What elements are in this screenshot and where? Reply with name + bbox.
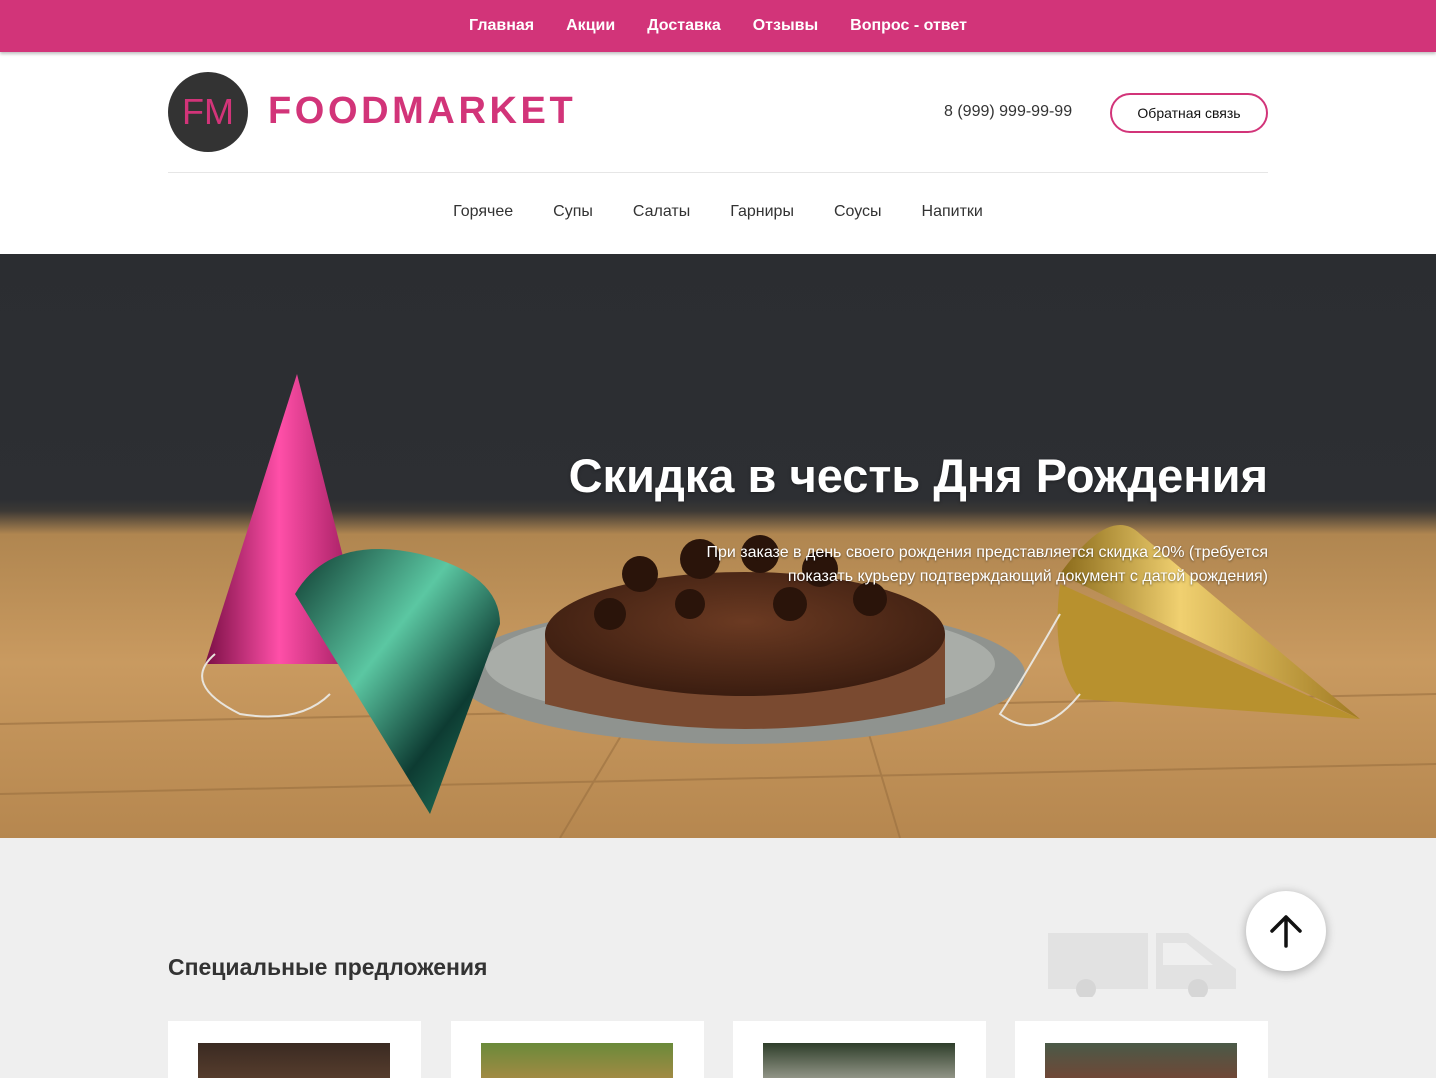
arrow-up-icon: [1270, 915, 1302, 948]
category-sauces[interactable]: Соусы: [834, 203, 882, 221]
offer-card-2[interactable]: [451, 1021, 704, 1078]
nav-link-promotions[interactable]: Акции: [566, 17, 615, 35]
offer-image: [1045, 1043, 1237, 1078]
logo-text: FM: [182, 91, 234, 132]
category-soups[interactable]: Супы: [553, 203, 593, 221]
feedback-button[interactable]: Обратная связь: [1110, 93, 1268, 133]
category-hot[interactable]: Горячее: [453, 203, 513, 221]
offer-card-4[interactable]: [1015, 1021, 1268, 1078]
phone-number[interactable]: 8 (999) 999-99-99: [944, 103, 1072, 121]
category-drinks[interactable]: Напитки: [922, 203, 983, 221]
header-divider: [168, 172, 1268, 173]
scroll-to-top-button[interactable]: [1246, 891, 1326, 971]
offer-image: [763, 1043, 955, 1078]
hero-description: При заказе в день своего рождения предст…: [706, 544, 1268, 585]
truck-icon: [1048, 933, 1236, 997]
hero-banner: Скидка в честь Дня Рождения При заказе в…: [0, 254, 1436, 838]
top-navigation: Главная Акции Доставка Отзывы Вопрос - о…: [0, 0, 1436, 52]
nav-link-home[interactable]: Главная: [469, 17, 534, 35]
nav-link-reviews[interactable]: Отзывы: [753, 17, 818, 35]
site-header: FM FOODMARKET 8 (999) 999-99-99 Обратная…: [0, 52, 1436, 254]
hero-title: Скидка в честь Дня Рождения: [568, 449, 1268, 502]
offer-card-3[interactable]: [733, 1021, 986, 1078]
category-navigation: Горячее Супы Салаты Гарниры Соусы Напитк…: [0, 203, 1436, 221]
nav-link-faq[interactable]: Вопрос - ответ: [850, 17, 967, 35]
offer-image: [198, 1043, 390, 1078]
category-garnish[interactable]: Гарниры: [730, 203, 794, 221]
special-offers-title: Специальные предложения: [168, 954, 488, 980]
offer-image: [481, 1043, 673, 1078]
offer-card-1[interactable]: [168, 1021, 421, 1078]
logo[interactable]: FM: [168, 72, 248, 152]
brand-name[interactable]: FOODMARKET: [268, 90, 576, 133]
category-salads[interactable]: Салаты: [633, 203, 690, 221]
nav-link-delivery[interactable]: Доставка: [647, 17, 721, 35]
